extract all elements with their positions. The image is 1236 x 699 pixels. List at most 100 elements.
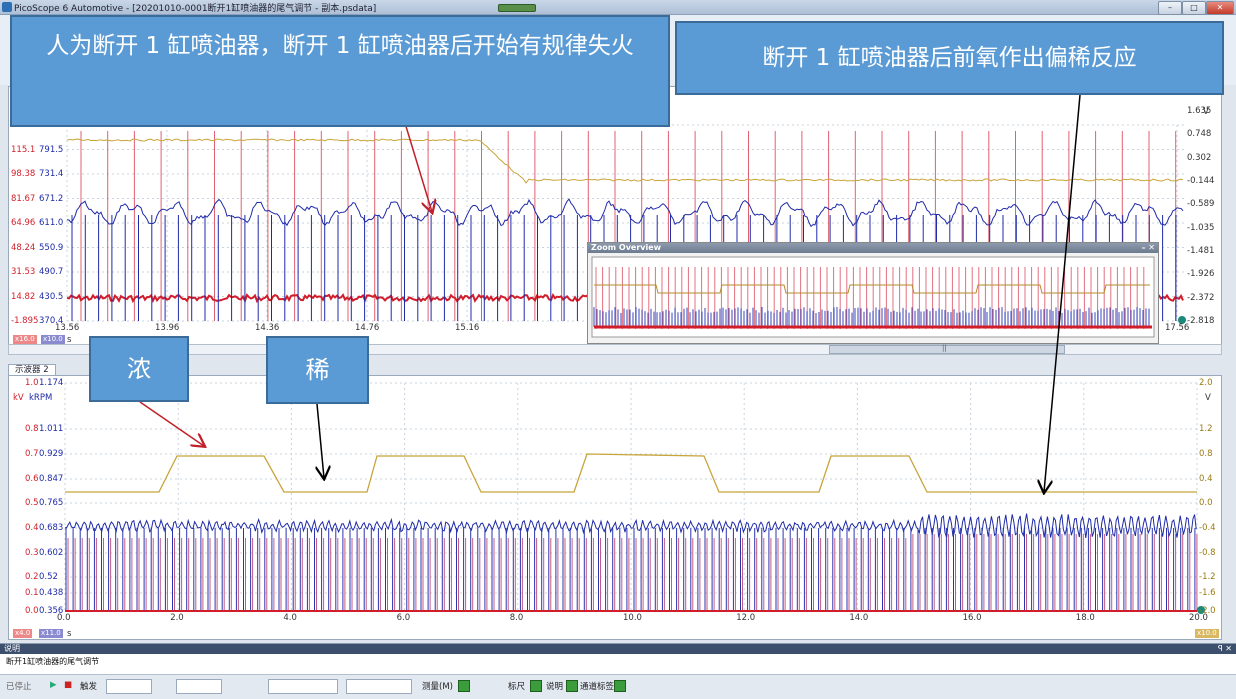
callout-o2-lean: 断开 1 缸喷油器后前氧作出偏稀反应 [675,21,1224,95]
minimize-button[interactable]: – [1158,1,1182,15]
scope-2-x-tick: 14.0 [849,613,869,623]
notes-add-icon[interactable] [566,680,578,692]
scope-1-left-blue-tick: 671.2 [39,193,64,204]
scope-1-right-tick: -1.481 [1187,246,1215,256]
zoom-overview-titlebar[interactable]: Zoom Overview – ✕ [588,243,1158,253]
scope-2-right-tick: -0.8 [1199,548,1216,558]
scope-1-x-tick: 14.76 [355,323,380,333]
scope-1-left-blue-tick: 611.0 [39,218,64,228]
scope-1-horizontal-scrollbar[interactable]: || [8,344,1222,355]
callout-o2-lean-text: 断开 1 缸喷油器后前氧作出偏稀反应 [762,45,1137,71]
description-pane: 说明 ꟼ ✕ 断开1缸喷油器的尾气调节 [0,643,1236,674]
scope-2-channel-a-chip[interactable]: x4.0 [13,629,33,638]
window-title: PicoScope 6 Automotive - [20201010-0001断… [14,4,377,14]
scope-2-left-red-tick: 0.6 [25,474,39,484]
scope-2-x-tick: 8.0 [509,613,524,623]
callout-rich-text: 浓 [127,355,151,383]
trigger-mode-select[interactable] [106,679,152,694]
scope-2-x-tick: 18.0 [1075,613,1095,623]
description-header-label: 说明 [4,644,20,653]
scope-1-x-tick: 17.56 [1165,323,1190,333]
scope-1-right-tick: 0.302 [1187,152,1212,163]
scope-2-left-blue-tick: 0.683 [39,523,64,533]
channel-a-scale-chip[interactable]: x16.0 [13,335,37,344]
scope-2-x-tick: 16.0 [962,613,982,623]
scope-1-left-blue-tick: 791.5 [39,144,64,155]
channel-labels-add-icon[interactable] [614,680,626,692]
timebase-stepper[interactable] [268,679,338,694]
scope-2-right-tick: -0.4 [1199,523,1216,533]
scope-1-left-blue-tick: 550.9 [39,242,64,253]
scope-1-left-red-tick: 48.24 [11,242,36,253]
maximize-button[interactable]: □ [1182,1,1206,15]
start-button-icon[interactable]: ▶ [50,680,57,690]
scope-1-right-tick: 0.748 [1187,129,1212,140]
close-button[interactable]: ✕ [1206,1,1234,15]
scope-2-left-blue-tick: 0.602 [39,548,64,558]
callout-misfire: 人为断开 1 缸喷油器，断开 1 缸喷油器后开始有规律失火 [10,15,670,127]
scope-2-right-tick: 0.4 [1199,474,1213,484]
picoscope-app-icon [2,2,12,12]
scope-1-left-red-tick: 115.1 [11,144,36,155]
scope-1-x-tick: 13.56 [55,323,80,333]
scope-2-right-tick: 1.2 [1199,424,1213,434]
zoom-overview-window[interactable]: Zoom Overview – ✕ [587,242,1159,344]
ruler-button[interactable]: 标尺 [508,680,525,692]
scope-1-right-tick: -1.035 [1187,222,1215,233]
description-pane-controls[interactable]: ꟼ ✕ [1218,644,1232,654]
trigger-label: 触发 [80,682,98,692]
zoom-overview-plot[interactable] [588,253,1158,343]
scope-2-left-blue-tick: 0.438 [39,588,64,598]
window-titlebar: PicoScope 6 Automotive - [20201010-0001断… [0,0,1236,15]
scope-1-scroll-thumb[interactable]: || [829,344,1065,354]
scope-2-channel-c-chip[interactable]: x10.0 [1195,629,1219,638]
notes-button[interactable]: 说明 [546,680,563,692]
scope-2-right-unit: V [1205,393,1211,403]
scope-1-right-tick: -0.589 [1187,199,1215,210]
scope-2-blue-unit: kRPM [29,393,53,403]
scope-2-channel-b-chip[interactable]: x11.0 [39,629,63,638]
acquisition-progress-indicator [498,4,536,12]
channel-b-scale-chip[interactable]: x10.0 [41,335,65,344]
scope-2-right-tick: 2.0 [1199,378,1213,388]
scope-1-left-red-tick: 81.67 [11,193,36,204]
scope-2-right-tick: 0.0 [1199,498,1213,508]
trigger-source-select[interactable] [176,679,222,694]
scope-1-left-red-tick: 98.38 [11,169,36,179]
ruler-add-icon[interactable] [530,680,542,692]
description-text[interactable]: 断开1缸喷油器的尾气调节 [6,656,99,667]
scope-2-x-tick: 6.0 [396,613,411,623]
scope-1-left-blue-tick: 490.7 [39,267,64,277]
scope-2-x-tick: 12.0 [736,613,756,623]
description-header: 说明 ꟼ ✕ [0,644,1236,654]
scope-1-left-blue-tick: 430.5 [39,291,64,302]
channel-labels-button[interactable]: 通道标签 [580,680,614,692]
scope-1-left-red-tick: 64.96 [11,218,36,228]
scope-1-x-tick: 13.96 [155,323,180,333]
zoom-overview-controls[interactable]: – ✕ [1142,243,1156,253]
add-measurement-icon[interactable] [458,680,470,692]
scope-1-right-tick: -2.818 [1187,316,1215,326]
scope-2-x-tick: 0.0 [57,613,71,623]
stop-button-icon[interactable]: ■ [64,680,72,690]
scope-view-2[interactable]: 1.0 1.174 2.0 0.8 1.011 1.2 0.7 0.929 0.8 0.6 0.84… [8,375,1222,640]
scope-2-right-tick: -1.2 [1199,572,1216,582]
scope-2-x-tick: 20.0 [1189,613,1208,623]
callout-lean: 稀 [266,336,369,404]
scope-2-left-red-tick: 0.3 [25,548,39,558]
scope-1-right-tick: -1.926 [1187,269,1215,280]
scope-2-red-unit: kV [13,393,24,403]
scope-2-x-tick: 4.0 [283,613,297,623]
zoom-stepper[interactable] [346,679,412,694]
scope-1-left-red-tick: 31.53 [11,267,36,277]
scope-1-right-tick: -0.144 [1187,176,1215,186]
scope-1-right-unit: V [1203,107,1209,117]
measure-button[interactable]: 测量(M) [422,680,453,692]
scope-1-left-blue-tick: 731.4 [39,169,64,179]
status-bar: 已停止 ▶ ■ 触发 测量(M) 标尺 说明 通道标签 [0,674,1236,699]
scroll-grip-icon: || [942,344,947,352]
scope-2-x-unit: s [67,629,72,639]
scope-1-left-red-tick: -1.895 [11,316,39,326]
stopped-status-label: 已停止 [6,682,32,692]
scope-2-left-red-tick: 0.8 [25,424,39,434]
